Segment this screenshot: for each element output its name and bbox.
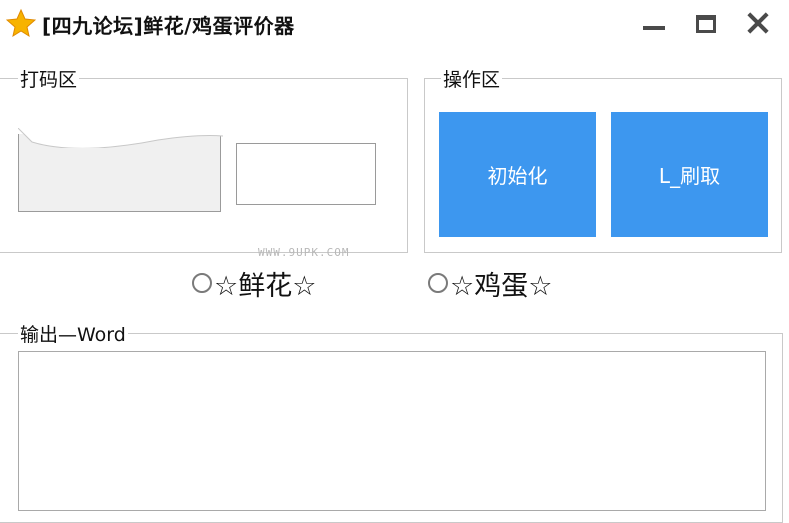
refresh-button[interactable]: L_刷取 (611, 112, 768, 237)
egg-radio-label: ☆鸡蛋☆ (450, 270, 553, 302)
maximize-icon (696, 15, 716, 33)
output-textarea[interactable] (18, 351, 766, 511)
captcha-image-top-edge (18, 128, 223, 148)
captcha-input[interactable] (236, 143, 376, 205)
captcha-image[interactable] (18, 128, 223, 212)
radio-circle-icon (192, 273, 212, 293)
close-button[interactable] (740, 8, 776, 38)
minimize-button[interactable] (636, 8, 672, 38)
output-group-label: 输出—Word (18, 320, 128, 347)
watermark: WWW.9UPK.COM (258, 246, 350, 259)
initialize-button[interactable]: 初始化 (439, 112, 596, 237)
title-bar: [四九论坛]鲜花/鸡蛋评价器 (0, 0, 789, 46)
flower-radio-label: ☆鲜花☆ (214, 270, 317, 302)
ops-group-label: 操作区 (441, 65, 503, 92)
radio-circle-icon (428, 273, 448, 293)
egg-radio[interactable]: ☆鸡蛋☆ (428, 265, 553, 302)
maximize-button[interactable] (688, 8, 724, 38)
flower-radio[interactable]: ☆鲜花☆ (192, 265, 317, 302)
captcha-group-label: 打码区 (18, 65, 80, 92)
star-icon (6, 8, 36, 38)
minimize-icon (643, 26, 665, 30)
window-title: [四九论坛]鲜花/鸡蛋评价器 (42, 14, 295, 38)
